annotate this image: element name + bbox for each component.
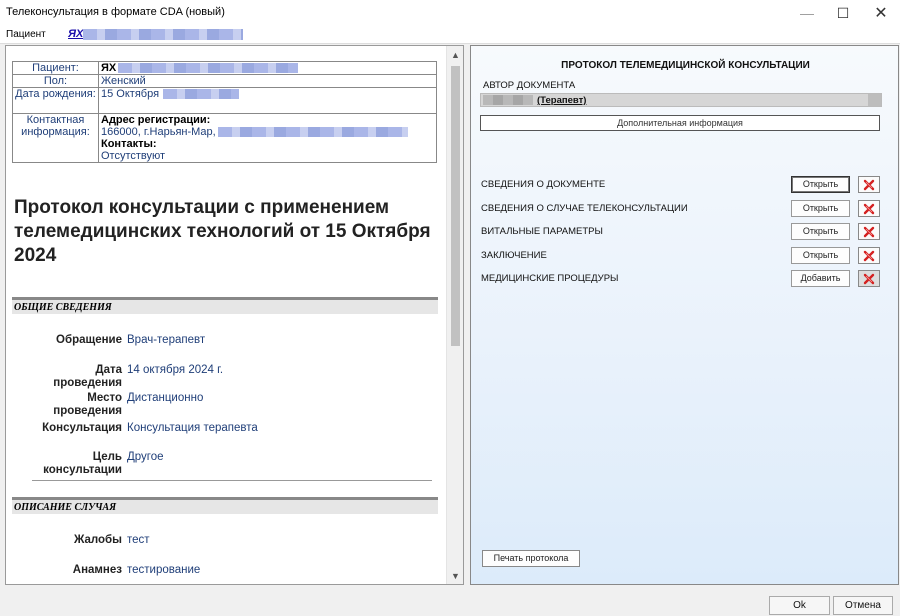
title-bar: Телеконсультация в формате CDA (новый) —… — [0, 0, 900, 26]
vertical-scrollbar[interactable]: ▲ ▼ — [446, 46, 463, 584]
print-protocol-button[interactable]: Печать протокола — [482, 550, 580, 567]
panel-title: ПРОТОКОЛ ТЕЛЕМЕДИЦИНСКОЙ КОНСУЛЬТАЦИИ — [561, 60, 810, 71]
section-row-document: СВЕДЕНИЯ О ДОКУМЕНТЕ Открыть — [481, 176, 881, 194]
sex-label: Пол: — [12, 74, 99, 88]
general-value: Врач-терапевт — [127, 334, 206, 346]
document-title: Протокол консультации с применением теле… — [14, 197, 431, 266]
section-label: МЕДИЦИНСКИЕ ПРОЦЕДУРЫ — [481, 273, 619, 284]
section-general-header: ОБЩИЕ СВЕДЕНИЯ — [12, 297, 438, 314]
dob-label: Дата рождения: — [12, 87, 99, 114]
general-value: Другое — [127, 451, 164, 463]
author-field[interactable]: (Терапевт) — [480, 93, 882, 107]
section-row-procedures: МЕДИЦИНСКИЕ ПРОЦЕДУРЫ Добавить — [481, 270, 881, 288]
sex-value: Женский — [98, 74, 437, 88]
scroll-down-icon[interactable]: ▼ — [447, 567, 463, 584]
redacted-block — [483, 95, 533, 105]
open-document-button[interactable]: Открыть — [791, 176, 850, 193]
general-key: Дата проведения — [53, 364, 122, 389]
scrollbar-thumb[interactable] — [451, 66, 460, 346]
section-row-conclusion: ЗАКЛЮЧЕНИЕ Открыть — [481, 247, 881, 265]
delete-icon[interactable] — [858, 223, 880, 240]
case-key: Анамнез — [72, 564, 122, 576]
general-value: Консультация терапевта — [127, 422, 258, 434]
open-vitals-button[interactable]: Открыть — [791, 223, 850, 240]
patient-field-label: Пациент: — [12, 61, 99, 75]
general-key: Консультация — [42, 422, 122, 434]
add-procedure-button[interactable]: Добавить — [791, 270, 850, 287]
author-label: АВТОР ДОКУМЕНТА — [483, 80, 576, 91]
general-key: Цель консультации — [43, 451, 122, 476]
document-viewer[interactable]: Пациент: ЯХ Пол: Женский Дата рождения: … — [5, 45, 464, 585]
open-case-button[interactable]: Открыть — [791, 200, 850, 217]
delete-icon[interactable] — [858, 176, 880, 193]
general-key: Обращение — [56, 334, 122, 346]
open-conclusion-button[interactable]: Открыть — [791, 247, 850, 264]
case-key: Жалобы — [73, 534, 122, 546]
divider — [32, 480, 432, 481]
general-value: Дистанционно — [127, 392, 204, 404]
section-label: ВИТАЛЬНЫЕ ПАРАМЕТРЫ — [481, 226, 603, 237]
patient-bar: Пациент ЯХ — [0, 26, 900, 44]
general-value: 14 октября 2024 г. — [127, 364, 224, 376]
ok-button[interactable]: Ok — [769, 596, 830, 615]
redacted-block — [118, 63, 299, 74]
minimize-button[interactable]: — — [790, 0, 824, 26]
close-button[interactable]: ✕ — [864, 0, 898, 26]
patient-info-table: Пациент: ЯХ Пол: Женский Дата рождения: … — [12, 61, 437, 163]
section-label: СВЕДЕНИЯ О СЛУЧАЕ ТЕЛЕКОНСУЛЬТАЦИИ — [481, 203, 688, 214]
contacts-value: Отсутствуют — [101, 150, 166, 162]
window-title: Телеконсультация в формате CDA (новый) — [6, 6, 225, 18]
delete-icon[interactable] — [858, 270, 880, 287]
reg-address-label: Адрес регистрации: — [101, 114, 211, 126]
redacted-block — [217, 127, 408, 138]
section-row-vitals: ВИТАЛЬНЫЕ ПАРАМЕТРЫ Открыть — [481, 223, 881, 241]
delete-icon[interactable] — [858, 200, 880, 217]
scroll-up-icon[interactable]: ▲ — [447, 46, 463, 63]
case-value: тестирование — [127, 564, 201, 576]
section-case-header: ОПИСАНИЕ СЛУЧАЯ — [12, 497, 438, 514]
additional-info-button[interactable]: Дополнительная информация — [480, 115, 880, 131]
maximize-button[interactable]: ☐ — [826, 0, 860, 26]
contact-label: Контактная информация: — [12, 113, 99, 163]
patient-link-prefix: ЯХ — [68, 28, 84, 40]
redacted-block — [163, 89, 240, 100]
author-field-button[interactable] — [868, 94, 881, 106]
general-key: Место проведения — [53, 392, 122, 417]
section-row-case: СВЕДЕНИЯ О СЛУЧАЕ ТЕЛЕКОНСУЛЬТАЦИИ Откры… — [481, 200, 881, 218]
section-label: СВЕДЕНИЯ О ДОКУМЕНТЕ — [481, 179, 606, 190]
contacts-label: Контакты: — [101, 138, 157, 150]
section-label: ЗАКЛЮЧЕНИЕ — [481, 250, 547, 261]
redacted-block — [83, 28, 244, 40]
protocol-panel: ПРОТОКОЛ ТЕЛЕМЕДИЦИНСКОЙ КОНСУЛЬТАЦИИ АВ… — [470, 45, 899, 585]
case-value: тест — [127, 534, 150, 546]
dob-value: 15 Октября — [101, 88, 160, 100]
delete-icon[interactable] — [858, 247, 880, 264]
patient-link[interactable]: ЯХ — [68, 28, 244, 40]
cancel-button[interactable]: Отмена — [833, 596, 893, 615]
patient-name: ЯХ — [101, 62, 117, 74]
patient-label: Пациент — [6, 29, 46, 40]
author-name[interactable]: (Терапевт) — [537, 95, 586, 106]
reg-address-value: 166000, г.Нарьян-Мар, — [101, 126, 216, 138]
